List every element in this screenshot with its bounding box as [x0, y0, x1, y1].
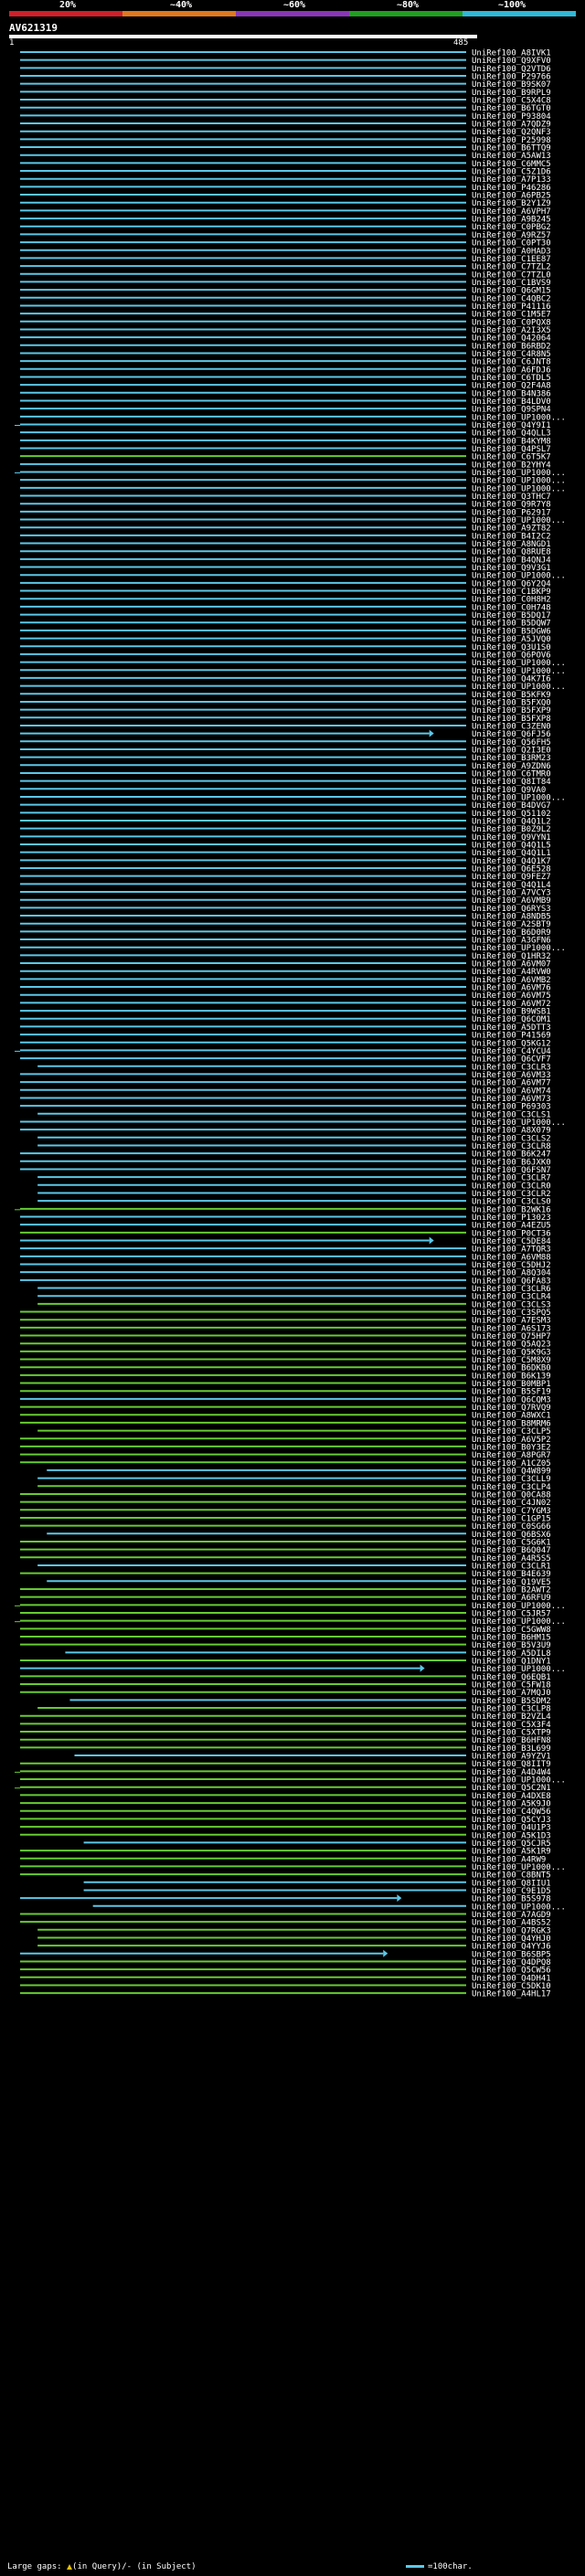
- query-end: 485: [453, 38, 469, 48]
- scale-segment: [463, 11, 576, 16]
- scale-label: ~100%: [497, 0, 526, 10]
- scale-label: 20%: [58, 0, 77, 10]
- legend-gaps-subject: - (in Subject): [126, 2562, 197, 2571]
- legend-gaps-label: Large gaps:: [7, 2562, 68, 2571]
- legend-gaps: Large gaps: (in Query)/- (in Subject): [7, 2561, 197, 2572]
- scale-label: ~80%: [396, 0, 420, 10]
- hit-gap-arrow-icon: [383, 1949, 388, 1957]
- query-line: [9, 35, 477, 38]
- query-name: AV621319: [9, 22, 58, 34]
- legend-scale-text: =100char.: [428, 2562, 473, 2571]
- scale-label: ~40%: [169, 0, 193, 10]
- scale-segment: [236, 11, 349, 16]
- hit-gap-arrow-icon: [429, 1236, 434, 1245]
- hit-gap-arrow-icon: [420, 1664, 425, 1672]
- hit-alignment-list: UniRef100_A8IVK1UniRef100_Q9XFV0UniRef10…: [15, 49, 566, 1999]
- legend-scale: =100char.: [406, 2561, 473, 2572]
- query-start: 1: [9, 38, 15, 48]
- identity-scale-bar: 20% ~40% ~60% ~80% ~100%: [9, 0, 576, 16]
- scale-label: ~60%: [282, 0, 306, 10]
- hit-gap-arrow-icon: [397, 1894, 402, 1903]
- hit-label[interactable]: UniRef100_A4HL17: [472, 1990, 551, 1999]
- legend-scale-swatch: [406, 2565, 424, 2568]
- hit-gap-arrow-icon: [429, 729, 434, 737]
- scale-segment: [9, 11, 122, 16]
- scale-segment: [122, 11, 236, 16]
- legend-gaps-query: (in Query)/: [72, 2562, 127, 2571]
- scale-segment: [349, 11, 463, 16]
